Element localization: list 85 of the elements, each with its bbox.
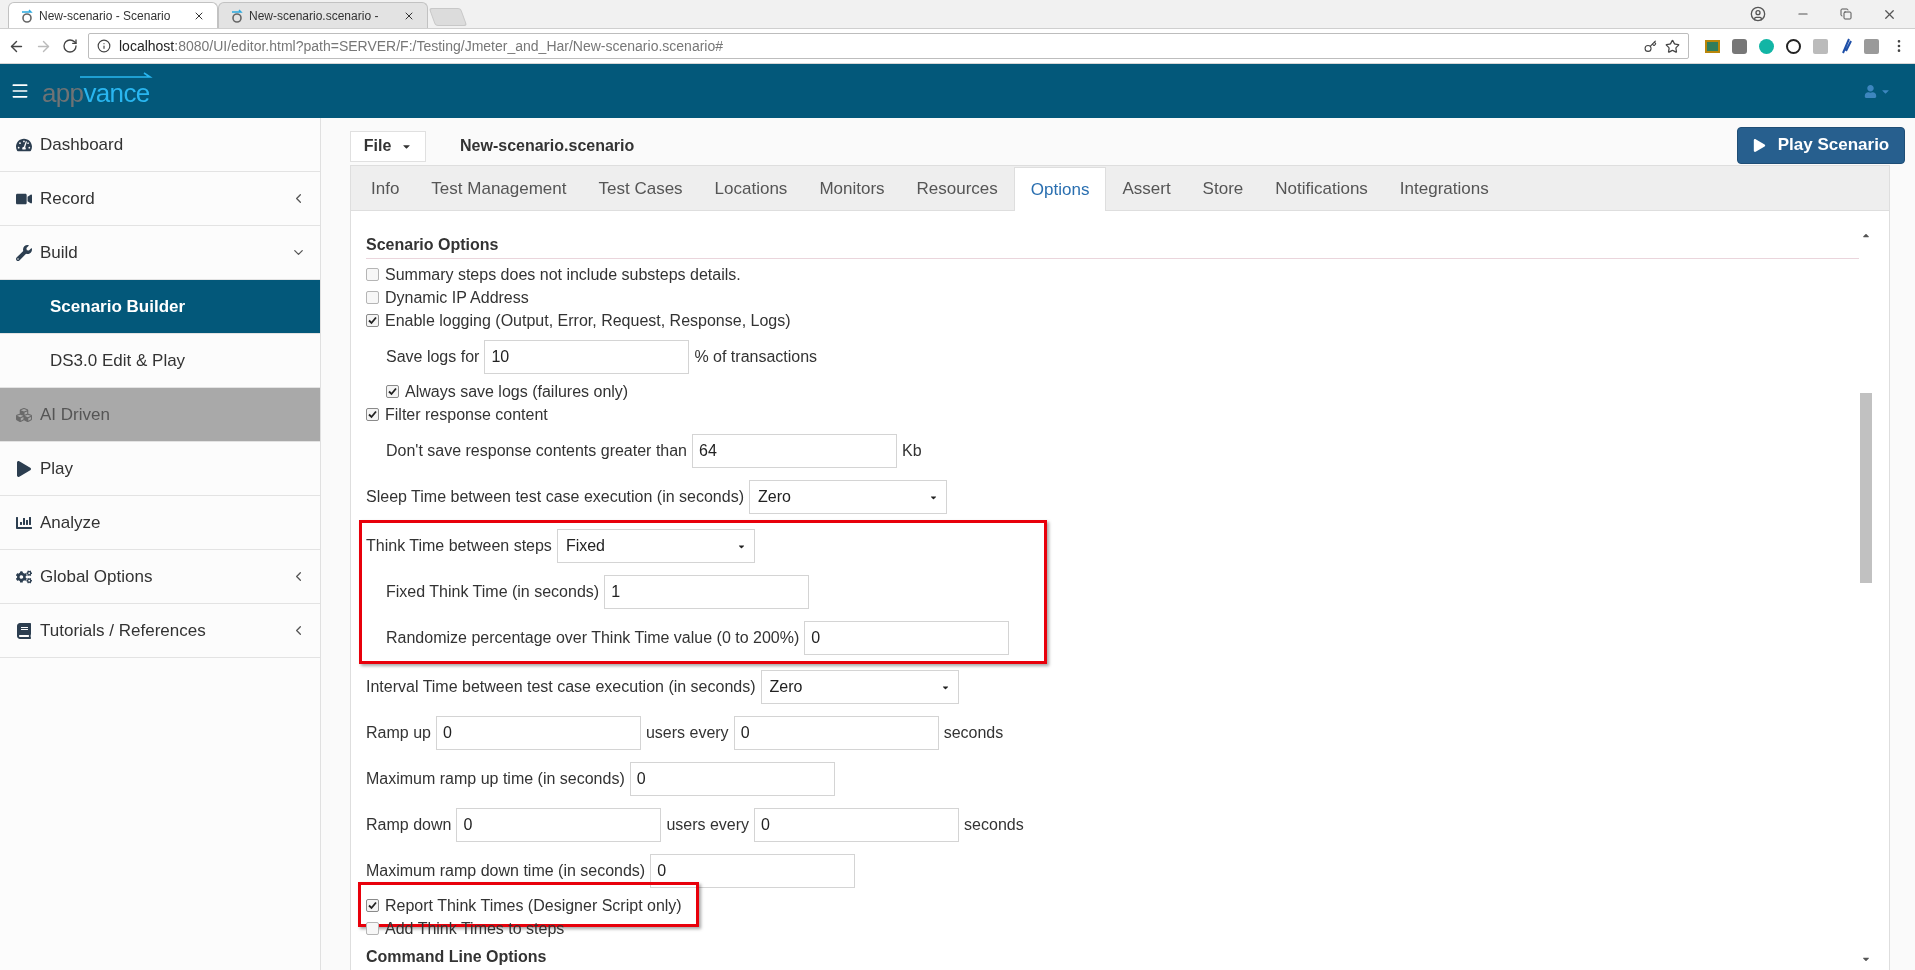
field-label: seconds [943,723,1004,743]
select-field[interactable]: Zero [749,480,947,514]
tab[interactable]: Locations [698,167,804,210]
input-field[interactable]: 64 [692,434,897,468]
checkbox[interactable] [386,385,399,398]
checkbox-label: Always save logs (failures only) [405,381,629,402]
file-menu-button[interactable]: File [350,130,426,162]
tab[interactable]: Assert [1106,167,1187,210]
field-label: users every [645,723,729,743]
checkbox-label: Summary steps does not include substeps details. [385,264,741,285]
scrollbar-thumb[interactable] [1860,393,1872,583]
browser-tab[interactable]: New-scenario.scenario - [218,2,428,28]
info-icon[interactable] [97,39,111,53]
checkbox-label: Report Think Times (Designer Script only) [385,895,682,916]
dashboard-gauge-icon [16,136,32,153]
checkbox-label: Dynamic IP Address [385,287,529,308]
field-label: Randomize percentage over Think Time value (0 to 200%) [386,628,800,648]
book-icon [16,622,32,639]
field-label: Maximum ramp down time (in seconds) [366,861,646,881]
checkbox-label: Filter response content [385,404,548,425]
checkbox[interactable] [366,291,379,304]
user-icon [1864,84,1877,98]
cubes-icon [16,406,32,423]
star-icon[interactable] [1665,38,1680,54]
tab-logo-icon [21,8,33,23]
sidebar-subitem[interactable]: Scenario Builder [0,280,320,334]
tab[interactable]: Test Cases [582,167,699,210]
address-field[interactable]: localhost:8080/UI/editor.html?path=SERVER/F:/Testing/Jmeter_and_Har/New-scenario.scenario# [88,33,1689,59]
input-field[interactable]: 10 [484,340,690,374]
field-label: Sleep Time between test case execution (in seconds) [366,487,744,507]
field-label: Interval Time between test case execution (in seconds) [366,677,756,697]
tab[interactable]: Store [1186,167,1260,210]
play-icon [1752,138,1766,152]
tab[interactable]: Options [1013,167,1107,211]
tab[interactable]: Integrations [1383,167,1505,210]
input-field[interactable]: 0 [456,808,662,842]
key-icon[interactable] [1644,39,1657,53]
input-field[interactable]: 0 [435,716,641,750]
play-icon [16,460,32,477]
document-title: New-scenario.scenario [460,136,635,156]
tab[interactable]: Info [355,167,416,210]
tab-logo-icon [231,8,243,23]
restore-icon[interactable] [1840,8,1852,20]
gears-icon [16,568,32,585]
input-field[interactable]: 0 [650,854,856,888]
checkbox[interactable] [366,899,379,912]
profile-icon[interactable] [1750,6,1766,22]
checkbox[interactable] [366,922,379,935]
field-label: % of transactions [694,347,818,367]
input-field[interactable]: 0 [629,762,835,796]
field-label: Don't save response contents greater than [386,441,687,461]
tab[interactable]: Monitors [803,167,901,210]
checkbox[interactable] [366,268,379,281]
tab[interactable]: Resources [900,167,1014,210]
reload-icon[interactable] [62,38,78,54]
tab[interactable]: Test Management [415,167,583,210]
section-heading: Scenario Options [366,231,1859,259]
extension-icon[interactable] [1786,38,1801,54]
checkbox-label: Enable logging (Output, Error, Request, Response, Logs) [385,310,791,331]
field-label: Fixed Think Time (in seconds) [386,582,600,602]
field-label: Ramp down [366,815,452,835]
field-label: users every [666,815,750,835]
tab[interactable]: Notifications [1259,167,1384,210]
input-field[interactable]: 1 [604,575,810,609]
select-field[interactable]: Zero [760,670,959,704]
field-label: Ramp up [366,723,431,743]
extension-icon[interactable] [1840,38,1852,54]
wrench-icon [16,244,32,261]
url-text: localhost:8080/UI/editor.html?path=SERVER/F:/Testing/Jmeter_and_Har/New-scenario.scenario# [119,36,724,56]
field-label: Think Time between steps [366,536,552,556]
select-field[interactable]: Fixed [556,529,755,563]
input-field[interactable]: 0 [733,716,939,750]
menu-icon[interactable] [10,81,30,101]
checkbox[interactable] [366,408,379,421]
field-label: Kb [902,441,922,461]
field-label: seconds [964,815,1024,835]
play-scenario-button[interactable]: Play Scenario [1737,126,1905,164]
section-heading: Command Line Options [366,948,548,966]
browser-tab[interactable]: New-scenario - Scenario [8,2,218,28]
field-label: Maximum ramp up time (in seconds) [366,769,625,789]
checkbox[interactable] [366,314,379,327]
input-field[interactable]: 0 [754,808,960,842]
field-label: Save logs for [386,347,480,367]
bar-chart-icon [16,514,32,531]
input-field[interactable]: 0 [804,621,1010,655]
